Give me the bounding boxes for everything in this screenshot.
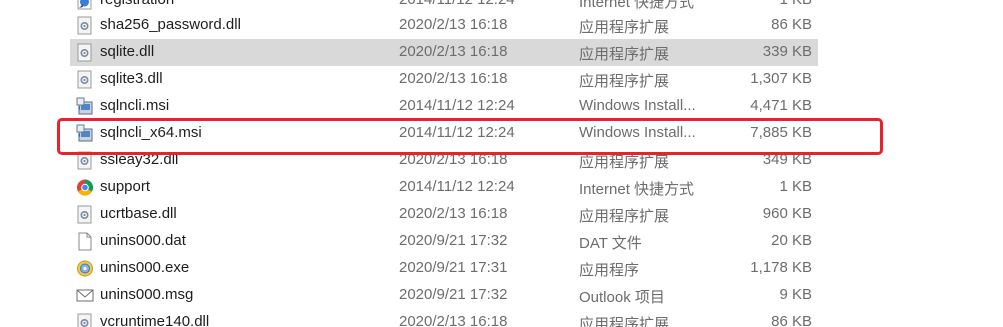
dll-file-icon (76, 313, 94, 327)
file-date: 2014/11/12 12:24 (399, 124, 515, 141)
file-size: 7,885 KB (750, 124, 812, 141)
file-type: 应用程序扩展 (579, 46, 670, 63)
file-date: 2020/9/21 17:31 (399, 259, 508, 276)
file-row-vcruntime140-dll[interactable]: vcruntime140.dll 2020/2/13 16:18 应用程序扩展 … (70, 309, 818, 327)
file-type: 应用程序扩展 (579, 154, 670, 171)
file-date: 2020/2/13 16:18 (399, 43, 508, 60)
file-name: unins000.dat (100, 232, 186, 249)
file-name: vcruntime140.dll (100, 313, 210, 327)
dll-file-icon (76, 151, 94, 170)
file-row-unins000-exe[interactable]: unins000.exe 2020/9/21 17:31 应用程序 1,178 … (70, 255, 818, 282)
file-row-sqlncli-x64-msi[interactable]: sqlncli_x64.msi 2014/11/12 12:24 Windows… (70, 120, 818, 147)
file-size: 1,178 KB (750, 259, 812, 276)
file-list: registration 2014/11/12 12:24 Internet 快… (0, 0, 1003, 327)
file-size: 1,307 KB (750, 70, 812, 87)
file-row-sqlite3-dll[interactable]: sqlite3.dll 2020/2/13 16:18 应用程序扩展 1,307… (70, 66, 818, 93)
file-size: 86 KB (771, 313, 812, 327)
file-name: unins000.exe (100, 259, 190, 276)
file-size: 9 KB (779, 286, 812, 303)
file-date: 2020/2/13 16:18 (399, 313, 508, 327)
file-date: 2014/11/12 12:24 (399, 0, 515, 8)
file-size: 4,471 KB (750, 97, 812, 114)
file-type: Windows Install... (579, 97, 696, 114)
file-type: Internet 快捷方式 (579, 0, 695, 11)
file-date: 2014/11/12 12:24 (399, 178, 515, 195)
file-date: 2014/11/12 12:24 (399, 97, 515, 114)
file-size: 86 KB (771, 16, 812, 33)
dll-file-icon (76, 43, 94, 62)
file-size: 1 KB (779, 178, 812, 195)
file-type: Internet 快捷方式 (579, 181, 695, 198)
file-date: 2020/9/21 17:32 (399, 232, 508, 249)
file-date: 2020/9/21 17:32 (399, 286, 508, 303)
file-row-ssleay32-dll[interactable]: ssleay32.dll 2020/2/13 16:18 应用程序扩展 349 … (70, 147, 818, 174)
file-type: Windows Install... (579, 124, 696, 141)
file-row-unins000-dat[interactable]: unins000.dat 2020/9/21 17:32 DAT 文件 20 K… (70, 228, 818, 255)
file-row-unins000-msg[interactable]: unins000.msg 2020/9/21 17:32 Outlook 项目 … (70, 282, 818, 309)
file-date: 2020/2/13 16:18 (399, 16, 508, 33)
file-type: 应用程序扩展 (579, 316, 670, 327)
msi-installer-icon (76, 97, 94, 116)
file-name: sha256_password.dll (100, 16, 241, 33)
dll-file-icon (76, 16, 94, 35)
file-row-sqlite-dll[interactable]: sqlite.dll 2020/2/13 16:18 应用程序扩展 339 KB (70, 39, 818, 66)
file-name: registration (100, 0, 174, 8)
file-row-ucrtbase-dll[interactable]: ucrtbase.dll 2020/2/13 16:18 应用程序扩展 960 … (70, 201, 818, 228)
file-size: 20 KB (771, 232, 812, 249)
file-size: 960 KB (762, 205, 812, 222)
file-type: 应用程序 (579, 262, 640, 279)
file-type: 应用程序扩展 (579, 73, 670, 90)
file-name: ucrtbase.dll (100, 205, 177, 222)
file-type: Outlook 项目 (579, 289, 665, 306)
file-size: 339 KB (762, 43, 812, 60)
dll-file-icon (76, 70, 94, 89)
file-name: sqlite.dll (100, 43, 155, 60)
internet-shortcut-icon (76, 0, 94, 10)
mail-message-icon (76, 286, 94, 305)
dll-file-icon (76, 205, 94, 224)
file-row-sqlncli-msi[interactable]: sqlncli.msi 2014/11/12 12:24 Windows Ins… (70, 93, 818, 120)
file-date: 2020/2/13 16:18 (399, 205, 508, 222)
msi-installer-icon (76, 124, 94, 143)
blank-file-icon (76, 232, 94, 251)
uninstaller-exe-icon (76, 259, 94, 278)
file-name: support (100, 178, 151, 195)
file-name: sqlncli.msi (100, 97, 170, 114)
file-name: sqlite3.dll (100, 70, 163, 87)
file-type: 应用程序扩展 (579, 208, 670, 225)
file-size: 1 KB (779, 0, 812, 8)
file-date: 2020/2/13 16:18 (399, 70, 508, 87)
chrome-shortcut-icon (76, 178, 94, 197)
file-type: 应用程序扩展 (579, 19, 670, 36)
file-name: unins000.msg (100, 286, 194, 303)
file-name: ssleay32.dll (100, 151, 179, 168)
file-row-support[interactable]: support 2014/11/12 12:24 Internet 快捷方式 1… (70, 174, 818, 201)
file-size: 349 KB (762, 151, 812, 168)
file-row-sha256-password-dll[interactable]: sha256_password.dll 2020/2/13 16:18 应用程序… (70, 12, 818, 39)
file-date: 2020/2/13 16:18 (399, 151, 508, 168)
file-type: DAT 文件 (579, 235, 642, 252)
file-name: sqlncli_x64.msi (100, 124, 202, 141)
